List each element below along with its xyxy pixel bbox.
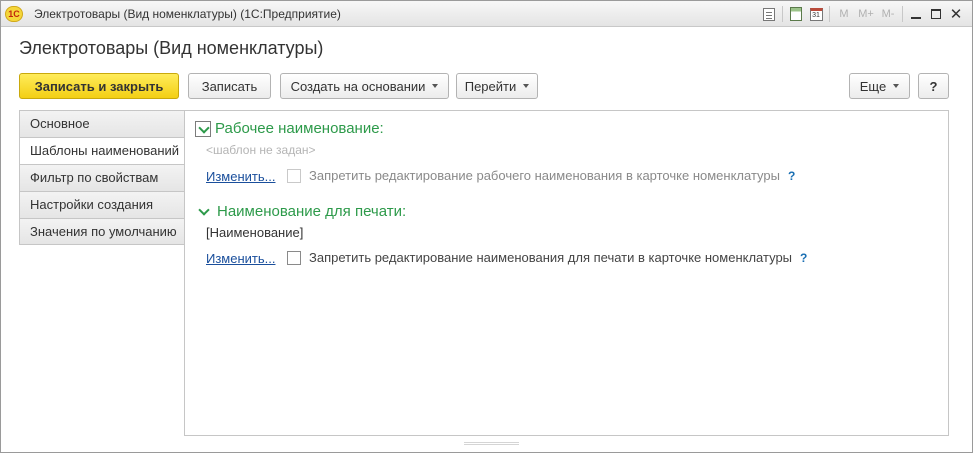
working-name-forbid-row: Запретить редактирование рабочего наимен… bbox=[287, 168, 795, 183]
go-to-button[interactable]: Перейти bbox=[456, 73, 538, 99]
working-name-heading: Рабочее наименование: bbox=[215, 120, 384, 137]
chevron-down-icon[interactable] bbox=[197, 205, 211, 219]
close-icon[interactable]: ✕ bbox=[946, 4, 966, 24]
create-based-on-label: Создать на основании bbox=[290, 78, 426, 94]
page-tabs: Основное Шаблоны наименований Фильтр по … bbox=[19, 110, 185, 245]
working-name-change-link[interactable]: Изменить... bbox=[206, 169, 275, 184]
memory-subtract-icon[interactable]: M- bbox=[877, 4, 899, 24]
separator bbox=[829, 6, 830, 22]
chevron-down-icon[interactable] bbox=[195, 120, 211, 137]
print-name-forbid-checkbox[interactable] bbox=[287, 250, 301, 265]
create-based-on-button[interactable]: Создать на основании bbox=[280, 73, 449, 99]
form-window: 1С Электротовары (Вид номенклатуры) (1С:… bbox=[0, 0, 973, 453]
tab-default-values[interactable]: Значения по умолчанию bbox=[19, 218, 185, 245]
maximize-icon[interactable] bbox=[926, 4, 946, 24]
print-name-help-icon[interactable]: ? bbox=[800, 251, 807, 265]
help-button[interactable]: ? bbox=[918, 73, 949, 99]
tab-main[interactable]: Основное bbox=[19, 110, 185, 137]
chevron-down-icon bbox=[893, 84, 900, 88]
tab-content-panel: Рабочее наименование: <шаблон не задан> … bbox=[184, 110, 949, 436]
save-and-close-button[interactable]: Записать и закрыть bbox=[19, 73, 179, 99]
chevron-down-icon bbox=[523, 84, 530, 88]
memory-add-icon[interactable]: M+ bbox=[855, 4, 877, 24]
tab-name-templates[interactable]: Шаблоны наименований bbox=[19, 137, 185, 164]
save-button[interactable]: Записать bbox=[188, 73, 271, 99]
calculator-icon[interactable] bbox=[786, 4, 806, 24]
chevron-down-icon bbox=[432, 84, 439, 88]
go-to-label: Перейти bbox=[464, 78, 517, 94]
print-name-heading: Наименование для печати: bbox=[217, 203, 407, 220]
print-name-forbid-row: Запретить редактирование наименования дл… bbox=[287, 250, 807, 265]
title-bar-tools: 31 M M+ M- ✕ bbox=[759, 4, 966, 24]
separator bbox=[902, 6, 903, 22]
calendar-icon[interactable]: 31 bbox=[806, 4, 826, 24]
minimize-icon[interactable] bbox=[906, 4, 926, 24]
print-name-template: [Наименование] bbox=[206, 225, 304, 240]
save-label: Записать bbox=[201, 78, 258, 94]
print-icon[interactable] bbox=[759, 4, 779, 24]
working-name-help-icon[interactable]: ? bbox=[788, 169, 795, 183]
separator bbox=[782, 6, 783, 22]
working-name-group-header[interactable]: Рабочее наименование: bbox=[195, 120, 384, 137]
working-name-template: <шаблон не задан> bbox=[206, 143, 316, 157]
print-name-group-header[interactable]: Наименование для печати: bbox=[197, 203, 406, 220]
print-name-change-link[interactable]: Изменить... bbox=[206, 251, 275, 266]
resize-grip[interactable] bbox=[464, 442, 519, 445]
page-title: Электротовары (Вид номенклатуры) bbox=[19, 38, 324, 58]
memory-icon[interactable]: M bbox=[833, 4, 855, 24]
title-bar: 1С Электротовары (Вид номенклатуры) (1С:… bbox=[1, 1, 972, 27]
app-logo-icon: 1С bbox=[5, 6, 23, 22]
more-label: Еще bbox=[859, 78, 887, 94]
more-button[interactable]: Еще bbox=[849, 73, 910, 99]
window-title: Электротовары (Вид номенклатуры) (1С:Пре… bbox=[34, 7, 341, 21]
help-label: ? bbox=[929, 78, 938, 94]
working-name-forbid-checkbox[interactable] bbox=[287, 168, 301, 183]
tab-property-filter[interactable]: Фильтр по свойствам bbox=[19, 164, 185, 191]
tab-creation-settings[interactable]: Настройки создания bbox=[19, 191, 185, 218]
working-name-forbid-label: Запретить редактирование рабочего наимен… bbox=[309, 168, 780, 183]
save-and-close-label: Записать и закрыть bbox=[34, 78, 164, 94]
print-name-forbid-label: Запретить редактирование наименования дл… bbox=[309, 250, 793, 265]
